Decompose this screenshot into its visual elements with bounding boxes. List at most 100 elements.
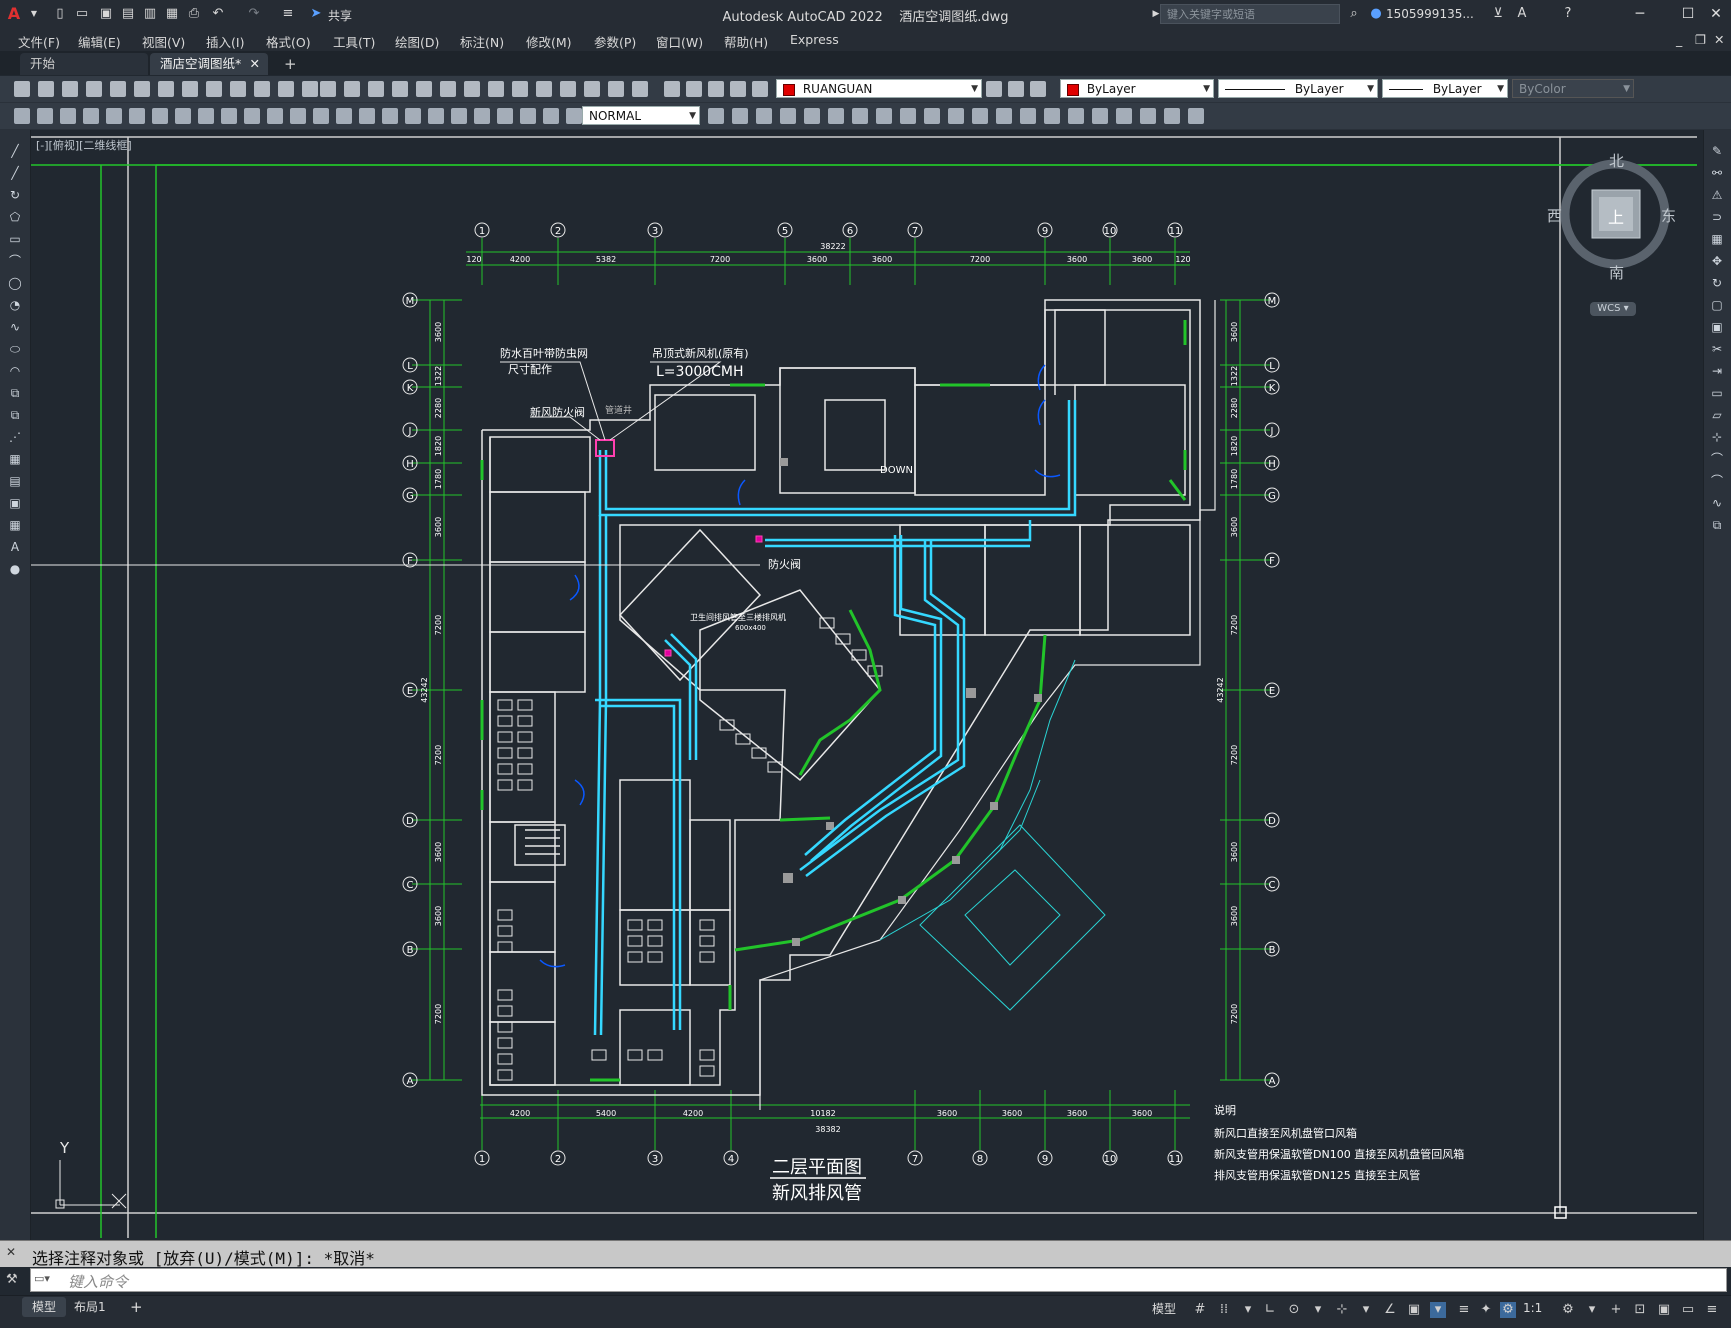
standard-tool-icon[interactable] <box>512 81 528 97</box>
tab-start[interactable]: 开始 <box>20 53 148 75</box>
doc-restore-icon[interactable]: ❐ <box>1695 32 1706 47</box>
print-icon[interactable]: ⎙ <box>186 6 202 22</box>
modify-tool-icon[interactable]: ⚯ <box>1710 166 1724 180</box>
menu-tools[interactable]: 工具(T) <box>333 32 375 51</box>
dimension-tool-icon[interactable] <box>129 108 145 124</box>
dimension-tool-icon[interactable] <box>780 108 796 124</box>
plotstyle-dropdown[interactable]: ByColor ▼ <box>1512 79 1634 98</box>
drawing-canvas[interactable]: 1 2 3 5 6 7 9 10 11 1 2 3 4 7 8 9 10 11 M M L L K K J J H H G G F F E E D D… <box>0 130 1703 1240</box>
dimension-tool-icon[interactable] <box>876 108 892 124</box>
modify-tool-icon[interactable]: ▢ <box>1710 298 1724 312</box>
standard-tool-icon[interactable] <box>206 81 222 97</box>
dimension-tool-icon[interactable] <box>267 108 283 124</box>
compass-west[interactable]: 西 <box>1547 205 1562 226</box>
status-toggle-icon[interactable]: ▣ <box>1656 1302 1672 1318</box>
redo-icon[interactable]: ↷ <box>246 6 262 22</box>
standard-tool-icon[interactable] <box>560 81 576 97</box>
share-icon[interactable]: ➤ <box>308 6 324 22</box>
dimension-tool-icon[interactable] <box>336 108 352 124</box>
autocad-logo-icon[interactable]: A <box>6 6 22 22</box>
model-tab[interactable]: 模型 <box>22 1297 67 1317</box>
dimension-tool-icon[interactable] <box>520 108 536 124</box>
modify-tool-icon[interactable]: ↻ <box>1710 276 1724 290</box>
status-toggle-icon[interactable]: ▣ <box>1406 1302 1422 1318</box>
user-name[interactable]: 1505999135... <box>1386 7 1474 21</box>
dimension-tool-icon[interactable] <box>221 108 237 124</box>
compass-north[interactable]: 北 <box>1609 150 1624 171</box>
dimension-tool-icon[interactable] <box>60 108 76 124</box>
draw-tool-icon[interactable]: ╱ <box>8 166 22 180</box>
standard-tool-icon[interactable] <box>986 81 1002 97</box>
close-icon[interactable]: ✕ <box>6 1245 16 1259</box>
status-toggle-icon[interactable]: ⊡ <box>1632 1302 1648 1318</box>
draw-tool-icon[interactable]: ↻ <box>8 188 22 202</box>
status-toggle-icon[interactable]: ≡ <box>1704 1302 1720 1318</box>
add-layout-plus-icon[interactable]: + <box>120 1297 153 1317</box>
dimension-tool-icon[interactable] <box>359 108 375 124</box>
linetype-dropdown[interactable]: ByLayer ▼ <box>1218 79 1378 98</box>
standard-tool-icon[interactable] <box>730 81 746 97</box>
tab-drawing[interactable]: 酒店空调图纸* ✕ <box>150 53 268 75</box>
dimension-tool-icon[interactable] <box>543 108 559 124</box>
standard-tool-icon[interactable] <box>1008 81 1024 97</box>
status-toggle-icon[interactable]: ▾ <box>1358 1302 1374 1318</box>
modify-tool-icon[interactable]: ⧉ <box>1710 518 1724 532</box>
dimension-tool-icon[interactable] <box>828 108 844 124</box>
dimension-tool-icon[interactable] <box>972 108 988 124</box>
dimension-tool-icon[interactable] <box>1116 108 1132 124</box>
standard-tool-icon[interactable] <box>38 81 54 97</box>
standard-tool-icon[interactable] <box>464 81 480 97</box>
layout1-tab[interactable]: 布局1 <box>64 1297 116 1317</box>
model-space-button[interactable]: 模型 <box>1152 1300 1176 1317</box>
status-toggle-icon[interactable]: ▾ <box>1430 1302 1446 1318</box>
draw-tool-icon[interactable]: ▣ <box>8 496 22 510</box>
standard-tool-icon[interactable] <box>416 81 432 97</box>
undo-icon[interactable]: ↶ <box>210 6 226 22</box>
menu-view[interactable]: 视图(V) <box>142 32 185 51</box>
status-toggle-icon[interactable]: ✦ <box>1478 1302 1494 1318</box>
standard-tool-icon[interactable] <box>664 81 680 97</box>
autodesk-app-icon[interactable]: A <box>1514 6 1530 22</box>
standard-tool-icon[interactable] <box>158 81 174 97</box>
dimension-tool-icon[interactable] <box>405 108 421 124</box>
minimize-button[interactable]: ─ <box>1628 3 1652 25</box>
dimension-tool-icon[interactable] <box>804 108 820 124</box>
standard-tool-icon[interactable] <box>584 81 600 97</box>
status-toggle-icon[interactable]: ▾ <box>1240 1302 1256 1318</box>
dimension-tool-icon[interactable] <box>14 108 30 124</box>
dimension-tool-icon[interactable] <box>451 108 467 124</box>
standard-tool-icon[interactable] <box>320 81 336 97</box>
standard-tool-icon[interactable] <box>392 81 408 97</box>
draw-tool-icon[interactable]: ▤ <box>8 474 22 488</box>
modify-tool-icon[interactable]: ⊹ <box>1710 430 1724 444</box>
modify-tool-icon[interactable]: ▱ <box>1710 408 1724 422</box>
wcs-menu[interactable]: WCS ▾ <box>1590 302 1636 316</box>
cart-icon[interactable]: ⊻ <box>1490 6 1506 22</box>
standard-tool-icon[interactable] <box>302 81 318 97</box>
dimension-tool-icon[interactable] <box>428 108 444 124</box>
dimension-tool-icon[interactable] <box>382 108 398 124</box>
modify-tool-icon[interactable]: ∿ <box>1710 496 1724 510</box>
standard-tool-icon[interactable] <box>440 81 456 97</box>
compass-east[interactable]: 东 <box>1661 205 1676 226</box>
dimension-tool-icon[interactable] <box>106 108 122 124</box>
viewcube-top-face[interactable]: 上 <box>1608 204 1624 228</box>
status-toggle-icon[interactable]: ⚙ <box>1500 1302 1516 1318</box>
dimension-tool-icon[interactable] <box>948 108 964 124</box>
draw-tool-icon[interactable]: ◯ <box>8 276 22 290</box>
menu-parametric[interactable]: 参数(P) <box>594 32 636 51</box>
menu-help[interactable]: 帮助(H) <box>724 32 768 51</box>
compass-south[interactable]: 南 <box>1609 262 1624 283</box>
command-prompt-icon[interactable]: ▭▾ <box>34 1272 50 1285</box>
dimension-tool-icon[interactable] <box>313 108 329 124</box>
draw-tool-icon[interactable]: ⋰ <box>8 430 22 444</box>
menu-dimension[interactable]: 标注(N) <box>460 32 504 51</box>
status-toggle-icon[interactable]: ⊹ <box>1334 1302 1350 1318</box>
dimension-tool-icon[interactable] <box>566 108 582 124</box>
dimension-tool-icon[interactable] <box>1188 108 1204 124</box>
standard-tool-icon[interactable] <box>632 81 648 97</box>
dimension-tool-icon[interactable] <box>996 108 1012 124</box>
standard-tool-icon[interactable] <box>368 81 384 97</box>
dimension-tool-icon[interactable] <box>1164 108 1180 124</box>
menu-draw[interactable]: 绘图(D) <box>395 32 439 51</box>
